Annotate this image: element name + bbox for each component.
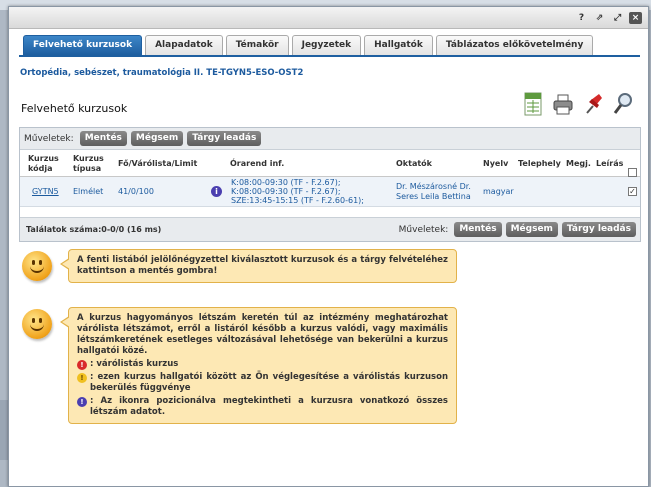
info-blue-icon: !	[77, 397, 87, 407]
result-count: Találatok száma:0-0/0 (16 ms)	[26, 225, 162, 234]
save-button[interactable]: Mentés	[79, 131, 127, 146]
course-capacity: 41/0/100	[118, 187, 154, 196]
operations-label: Műveletek:	[24, 133, 74, 144]
restore-icon[interactable]: ⇗	[593, 12, 606, 24]
help-icon[interactable]: ?	[575, 12, 588, 24]
column-header-note[interactable]: Megj.	[566, 159, 591, 169]
table-header: Kurzus kódja Kurzus típusa Fő/Várólista/…	[20, 150, 640, 177]
select-all-checkbox[interactable]	[628, 168, 637, 177]
column-header-type[interactable]: Kurzus típusa	[73, 154, 109, 174]
operations-bar: Műveletek: Mentés Mégsem Tárgy leadás	[20, 128, 640, 150]
legend-row-blue: ! : Az ikonra pozicionálva megtekintheti…	[77, 396, 448, 418]
legend-row-yellow: ! : ezen kurzus hallgatói között az Ön v…	[77, 372, 448, 394]
column-header-capacity[interactable]: Fő/Várólista/Limit	[118, 159, 197, 169]
courses-panel: Műveletek: Mentés Mégsem Tárgy leadás Ku…	[19, 127, 641, 242]
subject-title: Ortopédia, sebészet, traumatológia II. T…	[20, 68, 304, 78]
cancel-button-bottom[interactable]: Mégsem	[505, 222, 558, 237]
tab-felveheto-kurzusok[interactable]: Felvehető kurzusok	[23, 35, 143, 55]
teacher-line-1: Dr. Mészárosné Dr.	[396, 182, 471, 191]
tab-underline	[19, 55, 640, 57]
capacity-info-icon[interactable]: i	[211, 186, 222, 197]
maximize-icon[interactable]: ⤢	[611, 12, 624, 24]
tip-waitlist-text: A kurzus hagyományos létszám keretén túl…	[77, 313, 448, 356]
waitlist-yellow-icon: !	[77, 373, 87, 383]
smiley-icon	[22, 251, 52, 281]
excel-export-icon[interactable]	[522, 91, 544, 117]
tab-tablazatos-elokovetelmeny[interactable]: Táblázatos előkövetelmény	[435, 35, 594, 55]
drop-subject-button-bottom[interactable]: Tárgy leadás	[561, 222, 636, 237]
course-code-link[interactable]: GYTN5	[32, 187, 59, 197]
tab-temakor[interactable]: Témakör	[225, 35, 289, 55]
tab-bar: Felvehető kurzusok Alapadatok Témakör Je…	[23, 35, 594, 55]
smiley-icon	[22, 309, 52, 339]
dialog-window: ? ⇗ ⤢ × Felvehető kurzusok Alapadatok Té…	[8, 6, 649, 487]
legend-blue-text: : Az ikonra pozicionálva megtekintheti a…	[90, 396, 448, 417]
drop-subject-button[interactable]: Tárgy leadás	[187, 131, 262, 146]
toolbar-icons	[522, 91, 634, 117]
cancel-button[interactable]: Mégsem	[130, 131, 184, 146]
teacher-line-2: Seres Leila Bettina	[396, 192, 471, 201]
page-title: Felvehető kurzusok	[21, 102, 128, 115]
legend-row-red: ! : várólistás kurzus	[77, 359, 448, 370]
tip-bubble-save: A fenti listából jelölőnégyzettel kivála…	[60, 249, 457, 283]
tip-bubble-waitlist: A kurzus hagyományos létszám keretén túl…	[60, 307, 457, 424]
save-button-bottom[interactable]: Mentés	[454, 222, 502, 237]
waitlist-red-icon: !	[77, 360, 87, 370]
legend-red-text: : várólistás kurzus	[90, 359, 179, 369]
table-footer: Találatok száma:0-0/0 (16 ms) Műveletek:…	[20, 217, 640, 241]
course-type: Elmélet	[73, 187, 104, 196]
column-header-teachers[interactable]: Oktatók	[396, 159, 432, 169]
column-header-description[interactable]: Leírás	[596, 159, 623, 169]
pin-icon[interactable]	[582, 91, 604, 117]
schedule-line-3: SZE:13:45-15:15 (TF - F.2.60-61);	[231, 196, 364, 205]
legend-yellow-text: : ezen kurzus hallgatói között az Ön vég…	[90, 372, 448, 393]
print-icon[interactable]	[552, 91, 574, 117]
course-language: magyar	[483, 187, 514, 196]
tab-jegyzetek[interactable]: Jegyzetek	[291, 35, 362, 55]
close-icon[interactable]: ×	[629, 12, 642, 24]
column-header-site[interactable]: Telephely	[518, 159, 561, 169]
column-header-schedule[interactable]: Órarend inf.	[230, 159, 284, 169]
table-row[interactable]: GYTN5 Elmélet 41/0/100 i K:08:00-09:30 (…	[20, 177, 640, 207]
column-header-language[interactable]: Nyelv	[483, 159, 508, 169]
window-titlebar[interactable]: ? ⇗ ⤢ ×	[9, 7, 648, 29]
column-header-code[interactable]: Kurzus kódja	[28, 154, 60, 174]
operations-label-bottom: Műveletek:	[398, 224, 449, 235]
tab-hallgatok[interactable]: Hallgatók	[364, 35, 433, 55]
search-icon[interactable]	[612, 91, 634, 117]
course-select-checkbox[interactable]: ✓	[628, 187, 637, 196]
tip-save-text: A fenti listából jelölőnégyzettel kivála…	[77, 255, 448, 276]
tab-alapadatok[interactable]: Alapadatok	[145, 35, 223, 55]
background-sidebar	[0, 400, 8, 460]
